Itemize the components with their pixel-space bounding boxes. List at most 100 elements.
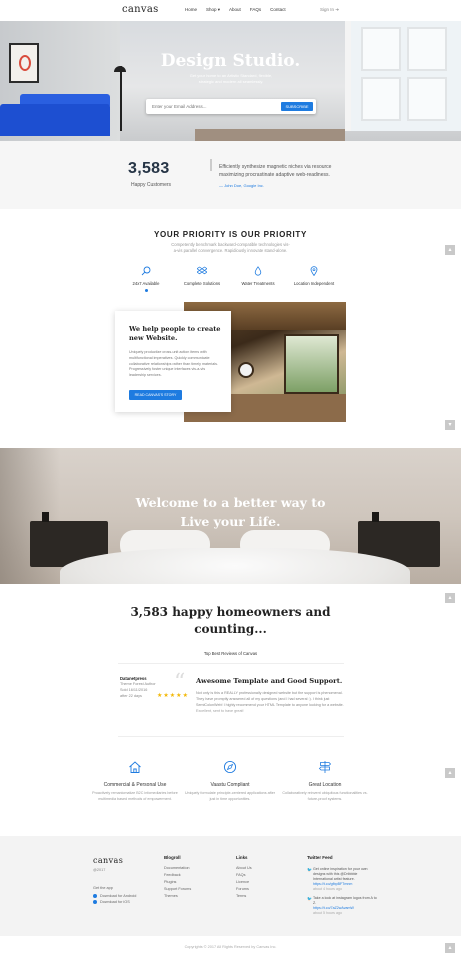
scroll-up-button[interactable]: ▴ [445,768,455,778]
service-title: Great Location [308,782,342,788]
footer-link[interactable]: Terms [236,894,252,898]
scroll-up-button[interactable]: ▴ [445,943,455,953]
blogroll-link[interactable]: Support Forums [164,887,191,891]
service-desc: Collaboratively reinvent ubiquitous func… [282,791,368,801]
tweet-text: Take a look at instagram logos from A to… [313,896,377,905]
copyright: Copyrights © 2017 All Rights Reserved by… [184,945,277,949]
footer-link[interactable]: FAQs [236,873,252,877]
feature-label: 24x7 Available [132,281,160,286]
footer-link[interactable]: Forums [236,887,252,891]
story-card-title: We help people to create new Website. [129,325,221,342]
chevron-up-icon: ▴ [448,770,452,776]
divider [118,663,344,664]
twitter-icon: 🐦 [307,896,312,901]
star-icon: ★ [157,693,163,699]
read-story-button[interactable]: READ CANVAS'S STORY [129,390,182,400]
nav-about[interactable]: About [229,7,241,13]
customer-count-label: Happy Customers [131,182,172,188]
blogroll-column: Blogroll Documentation Feedback Plugins … [164,855,191,900]
droplet-icon [254,266,262,276]
footer-link[interactable]: About Us [236,866,252,870]
search-icon [141,266,151,276]
service-desc: Proactively remanicmatize B2C infomediar… [92,791,178,801]
nav-shop[interactable]: Shop ▾ [206,7,220,13]
story-card-text: Uniquely productize cross-unit action it… [129,350,218,378]
active-indicator [145,289,148,292]
download-ios-link[interactable]: Download for iOS [93,900,130,904]
service-desc: Uniquely formulate principle-centered ap… [185,791,275,801]
review-date: Sold 16/11/2016 [120,688,148,692]
stats-band: 3,583 Happy Customers Efficiently synthe… [0,141,461,209]
blogroll-link[interactable]: Themes [164,894,191,898]
chevron-down-icon: ▾ [448,422,452,428]
tweet-text: Get online inspiration for your own desi… [313,867,368,881]
review-text: Not only is this a REALLY professionally… [196,690,344,722]
hero-subtitle: Get your home to an Artistic Standard, f… [189,73,273,84]
review-age: after 22 days [120,694,142,698]
footer-link[interactable]: Licence [236,880,252,884]
get-app-label: Get the app [93,886,113,890]
android-icon [93,894,97,898]
map-marker-icon [310,266,318,276]
bed-image [60,548,410,584]
blogroll-link[interactable]: Feedback [164,873,191,877]
service-title: Vaastu Compliant [210,782,250,788]
footer-logo[interactable]: canvas [93,856,123,865]
table-image [195,129,345,141]
scroll-up-button[interactable]: ▴ [445,245,455,255]
tweet-time: about 4 hours ago [313,887,342,891]
reviewer-name: Datanetpress [120,676,147,681]
email-input[interactable] [152,103,272,110]
feature-label: Complete Solutions [183,281,221,286]
star-icon: ★ [163,693,169,699]
feature-water[interactable]: Water Treatments [228,266,288,286]
reviewer-role: Theme Forest Author [120,682,156,686]
quote-icon: “ [174,670,186,695]
reviews-caption: Top Best Reviews of Canvas [203,651,258,656]
nav-home[interactable]: Home [185,7,197,13]
compass-icon [223,760,237,774]
main-nav: Home Shop ▾ About FAQs Contact [185,7,286,13]
hero-section: Design Studio. Get your home to an Artis… [0,21,461,141]
reviews-heading: 3,583 happy homeowners and counting... [130,605,331,636]
service-location: Great Location Collaboratively reinvent … [280,760,370,802]
blogroll-link[interactable]: Plugins [164,880,191,884]
nav-contact[interactable]: Contact [270,7,286,13]
chevron-up-icon: ▴ [448,595,452,601]
feature-location[interactable]: Location Independent [284,266,344,286]
links-title: Links [236,855,248,860]
stats-quote-author[interactable]: — John Doe, Google Inc. [219,183,264,188]
subscribe-button[interactable]: SUBSCRIBE [281,102,313,111]
priority-title: YOUR PRIORITY IS OUR PRIORITY [153,230,308,239]
logo[interactable]: canvas [122,4,159,15]
signpost-icon [318,761,332,773]
feature-label: Water Treatments [241,281,275,286]
quote-divider [210,159,212,171]
chevron-up-icon: ▴ [448,945,452,951]
feature-24x7[interactable]: 24x7 Available [116,266,176,286]
priority-subtitle: Competently benchmark backward-compatibl… [171,242,290,253]
sign-in-link[interactable]: Sign In ➜ [320,7,339,13]
scroll-up-button[interactable]: ▴ [445,593,455,603]
blogroll-link[interactable]: Documentation [164,866,191,870]
blogroll-title: Blogroll [164,855,181,860]
feature-label: Location Independent [293,281,335,286]
service-vaastu: Vaastu Compliant Uniquely formulate prin… [185,760,275,802]
service-commercial: Commercial & Personal Use Proactively re… [90,760,180,802]
home-icon [129,761,141,773]
top-navbar: canvas Home Shop ▾ About FAQs Contact Si… [0,0,461,21]
story-card: We help people to create new Website. Un… [115,311,231,412]
tweet-time: about 5 hours ago [313,911,342,915]
twitter-column: Twitter Feed [307,855,333,866]
nav-faqs[interactable]: FAQs [250,7,261,13]
service-title: Commercial & Personal Use [103,782,167,788]
twitter-icon: 🐦 [307,867,312,872]
scroll-down-button[interactable]: ▾ [445,420,455,430]
hero-title: Design Studio. [160,51,301,71]
tweet-item: 🐦 Take a look at instagram logos from A … [307,896,377,916]
feature-solutions[interactable]: Complete Solutions [172,266,232,286]
download-android-link[interactable]: Download for Android [93,894,136,898]
footer-logo-sub: @2017 [93,868,106,872]
hero-window-image [345,21,461,131]
bedroom-title: Welcome to a better way to Live your Lif… [135,495,326,529]
